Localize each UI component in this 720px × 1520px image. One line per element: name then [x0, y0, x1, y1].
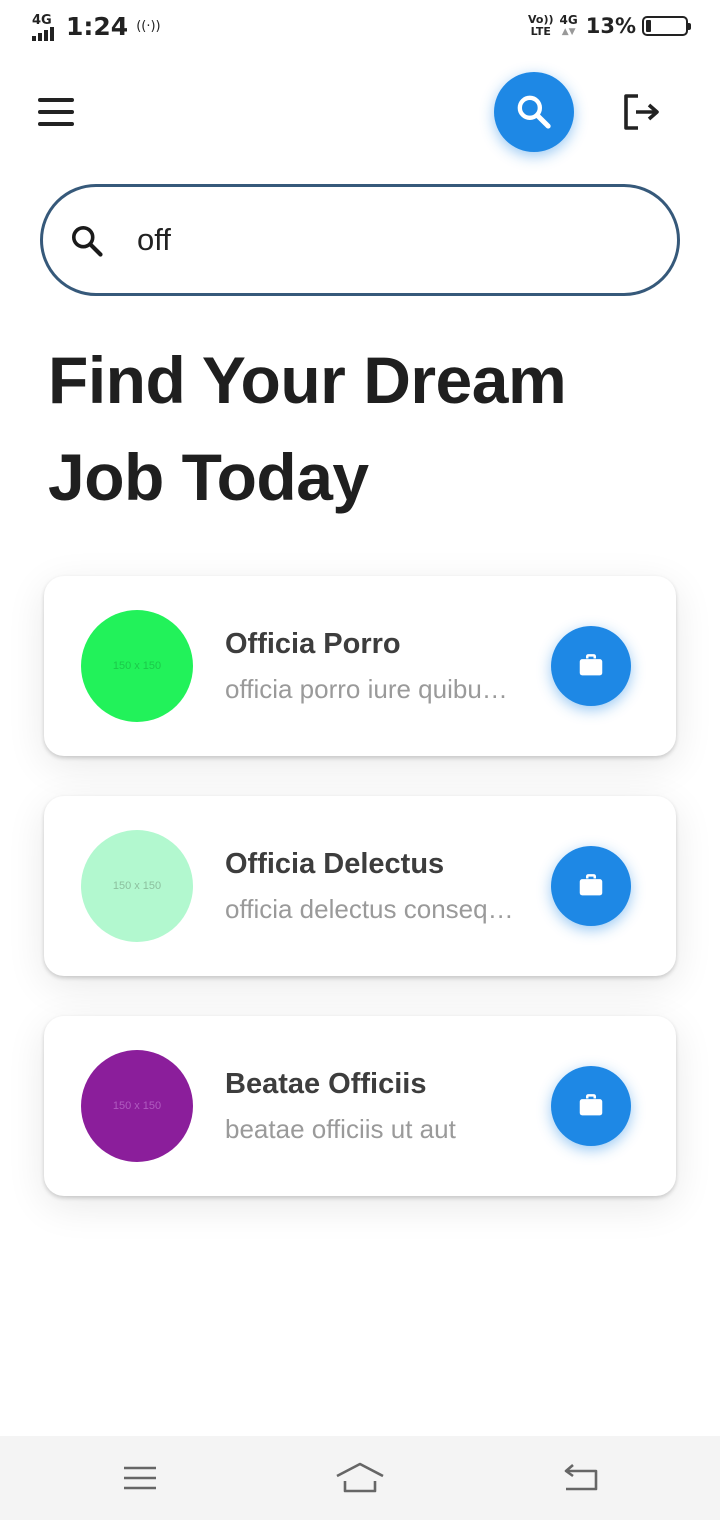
- home-icon: [336, 1462, 384, 1493]
- job-title: Officia Porro: [225, 628, 401, 660]
- hotspot-icon: ((·)): [136, 19, 161, 34]
- search-icon: [517, 95, 551, 129]
- volte-bottom: LTE: [530, 25, 551, 38]
- briefcase-icon: [579, 1094, 603, 1116]
- apply-button[interactable]: [551, 626, 631, 706]
- status-bar-left: 4G 1:24 ((·)): [30, 12, 161, 41]
- job-avatar: 150 x 150: [81, 1050, 193, 1162]
- briefcase-icon: [579, 874, 603, 896]
- job-card[interactable]: 150 x 150 Beatae Officiis beatae officii…: [44, 1016, 676, 1196]
- network-type: 4G: [32, 12, 52, 28]
- battery-icon: [642, 16, 691, 36]
- home-button[interactable]: [330, 1454, 390, 1502]
- data-type: 4G: [559, 13, 578, 27]
- page-title: Find Your Dream Job Today: [48, 343, 567, 514]
- back-button[interactable]: [550, 1454, 610, 1502]
- search-icon: [71, 225, 103, 257]
- volte-indicator: Vo)) LTE: [528, 14, 554, 38]
- recents-button[interactable]: [110, 1454, 170, 1502]
- job-subtitle: beatae officiis ut aut: [225, 1114, 456, 1144]
- briefcase-icon: [579, 654, 603, 676]
- job-title: Beatae Officiis: [225, 1068, 427, 1100]
- job-subtitle: officia delectus consequatur: [225, 894, 515, 924]
- signal-icon: 4G: [30, 13, 60, 41]
- avatar-placeholder-text: 150 x 150: [112, 1100, 162, 1112]
- job-title: Officia Delectus: [225, 848, 445, 880]
- avatar-placeholder-text: 150 x 150: [112, 880, 162, 892]
- system-nav-bar: [0, 1436, 720, 1520]
- avatar-placeholder-text: 150 x 150: [112, 660, 162, 672]
- data-arrows: ▲▼: [561, 27, 576, 37]
- back-icon: [564, 1464, 598, 1491]
- apply-button[interactable]: [551, 846, 631, 926]
- apply-button[interactable]: [551, 1066, 631, 1146]
- hamburger-icon[interactable]: [38, 98, 74, 126]
- battery-fill: [646, 20, 651, 32]
- recents-icon: [124, 1466, 156, 1490]
- status-bar-right: Vo)) LTE 4G ▲▼ 13%: [528, 14, 691, 38]
- logout-button[interactable]: [620, 90, 664, 134]
- job-list: 150 x 150 Officia Porro officia porro iu…: [44, 576, 676, 1236]
- status-bar: 4G 1:24 ((·)) Vo)) LTE 4G ▲▼ 13%: [0, 0, 720, 58]
- search-field[interactable]: [40, 184, 680, 296]
- logout-icon: [624, 94, 659, 130]
- clock: 1:24: [66, 12, 129, 41]
- job-avatar: 150 x 150: [81, 830, 193, 942]
- battery-percent: 13%: [585, 14, 636, 38]
- job-subtitle: officia porro iure quibusdam: [225, 674, 515, 704]
- search-button[interactable]: [494, 72, 574, 152]
- job-card[interactable]: 150 x 150 Officia Delectus officia delec…: [44, 796, 676, 976]
- job-card[interactable]: 150 x 150 Officia Porro officia porro iu…: [44, 576, 676, 756]
- search-input[interactable]: [137, 217, 637, 263]
- job-avatar: 150 x 150: [81, 610, 193, 722]
- data-indicator: 4G ▲▼: [560, 14, 578, 38]
